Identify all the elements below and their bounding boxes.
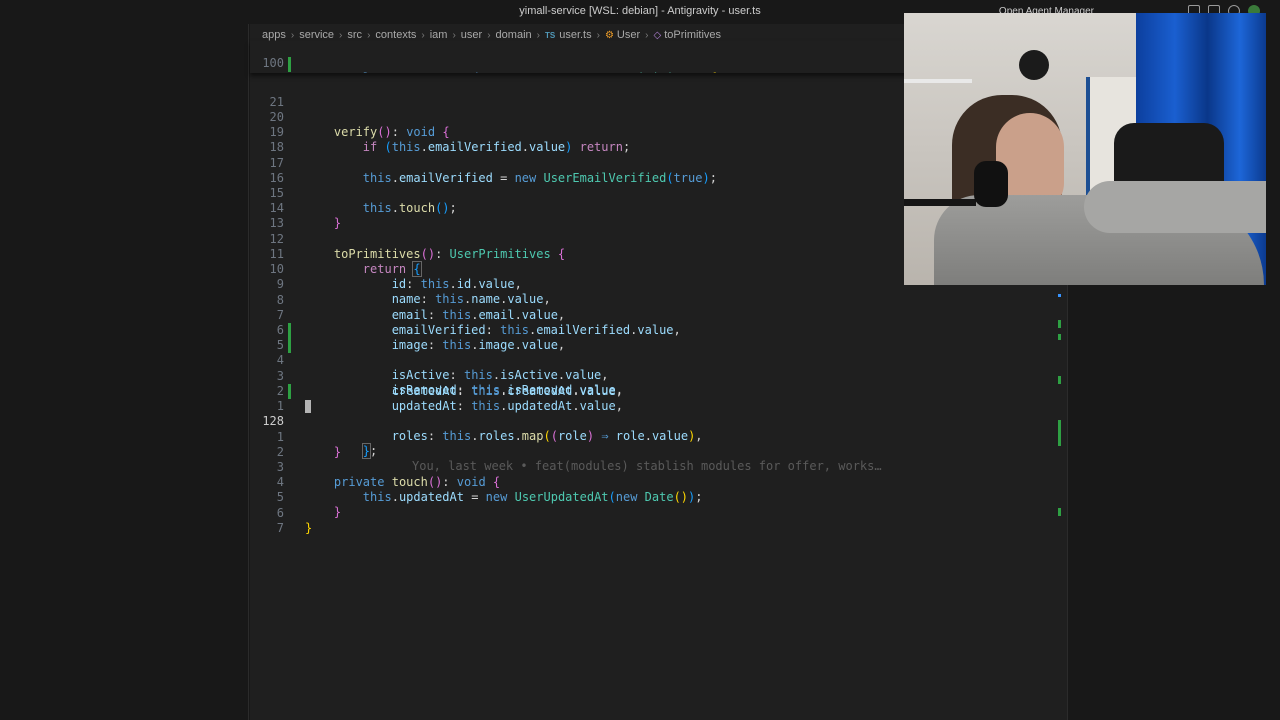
code-line[interactable]: 1 } [250,415,1068,459]
webcam-shelf [904,79,972,83]
breadcrumb-item[interactable]: service [299,29,334,41]
breadcrumb-class[interactable]: User [617,29,640,41]
gutter-change-marker[interactable] [288,57,291,72]
webcam-mic-arm [904,199,976,206]
sidebar [0,24,249,720]
breadcrumb-item[interactable]: domain [496,29,532,41]
breadcrumb-item[interactable]: src [347,29,362,41]
webcam-person-arm [1084,181,1266,233]
code-line[interactable]: 7 emailVerified: this.emailVerified.valu… [250,293,1068,337]
overview-ruler-marker[interactable] [1058,334,1061,340]
webcam-overlay [904,13,1266,285]
breadcrumb-item[interactable]: user [461,29,482,41]
chevron-right-icon: › [339,29,343,41]
code-text: } [305,521,313,535]
code-line[interactable]: 3 private touch(): void { [250,445,1068,489]
code-line[interactable]: 4 isRemoved: this.isRemoved.value, [250,338,1068,397]
overview-ruler-marker[interactable] [1058,420,1061,446]
chevron-right-icon: › [645,29,649,41]
text-cursor [305,400,311,413]
webcam-clock [1019,50,1049,80]
overview-ruler-marker[interactable] [1058,294,1061,297]
code-line[interactable]: 7 [250,506,1068,535]
code-line[interactable]: 2 [250,430,1068,459]
typescript-file-icon: TS [544,30,556,40]
breadcrumb-item[interactable]: iam [430,29,448,41]
chevron-right-icon: › [452,29,456,41]
breadcrumb-file[interactable]: user.ts [559,29,591,41]
code-line[interactable]: 5 isActive: this.isActive.value, [250,323,1068,382]
code-line[interactable]: 5 } [250,475,1068,519]
line-number: 7 [276,521,284,535]
gutter-change-marker[interactable] [288,338,291,353]
chevron-right-icon: › [290,29,295,41]
code-line[interactable]: 4 this.updatedAt = new UserUpdatedAt(new… [250,460,1068,504]
code-line-current[interactable]: 128 }; You, last week • feat(modules) st… [250,399,1068,473]
chevron-right-icon: › [487,29,491,41]
breadcrumb-item[interactable]: contexts [375,29,416,41]
chevron-right-icon: › [596,29,600,41]
code-line[interactable]: 1 roles: this.roles.map((role) ⇒ role.va… [250,384,1068,443]
class-symbol-icon: ⚙ [604,29,614,41]
code-line[interactable]: 6 } [250,491,1068,535]
line-number: 22 [250,72,284,73]
overview-ruler-marker[interactable] [1058,508,1061,516]
method-symbol-icon: ◇ [653,29,662,41]
chevron-right-icon: › [421,29,425,41]
chevron-right-icon: › [367,29,371,41]
chevron-right-icon: › [536,29,540,41]
breadcrumb-method[interactable]: toPrimitives [664,29,721,41]
overview-ruler-marker[interactable] [1058,376,1061,384]
code-line[interactable]: 3 createdAt: this.createdAt.value, [250,354,1068,398]
breadcrumb-item[interactable]: apps [262,29,286,41]
webcam-microphone [974,161,1008,207]
code-line[interactable]: 6 image: this.image.value, [250,308,1068,352]
code-line[interactable]: 2 updatedAt: this.updatedAt.value, [250,369,1068,413]
gutter-change-marker[interactable] [288,384,291,399]
gutter-change-marker[interactable] [288,323,291,338]
overview-ruler-marker[interactable] [1058,320,1061,328]
